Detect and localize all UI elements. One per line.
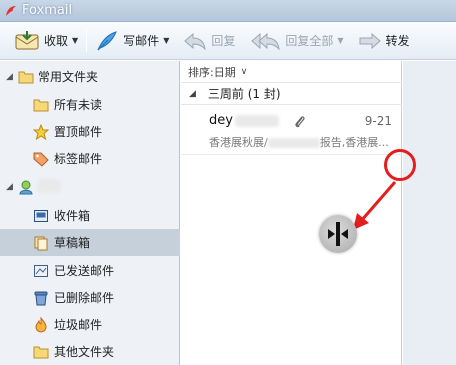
foxmail-logo-icon (6, 5, 16, 16)
compose-button[interactable]: 写邮件 ▼ (91, 28, 173, 54)
expand-arrow-icon[interactable]: ◢ (6, 182, 13, 192)
message-row[interactable]: dey 9-21 香港展秋展/报告,香港展... (181, 107, 402, 155)
feather-pen-icon (97, 30, 118, 50)
annotation-circle (384, 149, 416, 181)
receive-dropdown-icon[interactable]: ▼ (72, 36, 78, 45)
sidebar-item-label: 草稿箱 (54, 236, 91, 250)
folder-icon (18, 71, 34, 83)
toolbar-divider (86, 29, 88, 52)
message-list: 排序:日期 ∨ ◢ 三周前 (1 封) dey 9-21 香港展秋展/报告,香港… (181, 61, 402, 365)
reply-all-arrow-icon (251, 32, 281, 50)
sidebar-item-label: 其他文件夹 (54, 345, 115, 359)
sidebar-item-label: 收件箱 (54, 209, 91, 223)
expand-arrow-icon[interactable]: ◢ (6, 72, 13, 82)
drafts-icon (34, 236, 48, 250)
folder-sidebar: ◢ 常用文件夹 所有未读 置顶邮件 标签邮件 ◢ 收件箱 草稿箱 已发送邮件 已… (0, 61, 180, 365)
sidebar-item-label: 已发送邮件 (54, 264, 115, 278)
message-group-header[interactable]: ◢ 三周前 (1 封) (181, 83, 402, 105)
sidebar-item-junk[interactable]: 垃圾邮件 (0, 311, 180, 338)
reply-button[interactable]: 回复 (179, 28, 239, 54)
receive-mail-icon (15, 30, 39, 49)
sidebar-item-pinned[interactable]: 置顶邮件 (0, 118, 180, 145)
column-resize-cursor-icon (319, 215, 357, 253)
app-title: Foxmail (22, 3, 73, 18)
collapse-arrow-icon[interactable]: ◢ (189, 89, 196, 99)
sidebar-item-deleted[interactable]: 已删除邮件 (0, 284, 180, 311)
account-name-redacted (37, 179, 61, 193)
sent-icon (34, 264, 48, 277)
inbox-icon (34, 209, 48, 222)
reply-arrow-icon (184, 32, 207, 50)
sidebar-item-common-folders[interactable]: ◢ 常用文件夹 (0, 63, 180, 90)
account-avatar-icon (19, 180, 33, 194)
sidebar-item-drafts[interactable]: 草稿箱 (0, 229, 180, 256)
receive-button[interactable]: 收取 ▼ (10, 28, 82, 54)
trash-icon (34, 291, 48, 305)
folder-icon (33, 346, 49, 358)
sidebar-item-account[interactable]: ◢ (0, 173, 180, 200)
title-bar: Foxmail (0, 0, 456, 22)
sort-dropdown-icon[interactable]: ∨ (241, 67, 248, 77)
sidebar-item-all-unread[interactable]: 所有未读 (0, 91, 180, 118)
sidebar-item-other-folders[interactable]: 其他文件夹 (0, 338, 180, 365)
sidebar-item-tagged[interactable]: 标签邮件 (0, 145, 180, 172)
forward-button[interactable]: 转发 (354, 28, 414, 54)
message-date: 9-21 (364, 114, 392, 128)
sort-selector[interactable]: 排序:日期 ∨ (181, 61, 402, 83)
forward-arrow-icon (359, 32, 381, 49)
reply-all-dropdown-icon[interactable]: ▼ (337, 36, 343, 45)
sidebar-item-label: 所有未读 (54, 98, 103, 112)
message-snippet: 香港展秋展/报告,香港展... (209, 136, 389, 149)
sidebar-item-inbox[interactable]: 收件箱 (0, 202, 180, 229)
sidebar-item-label: 常用文件夹 (38, 70, 99, 84)
star-icon (33, 123, 49, 140)
toolbar: 收取 ▼ 写邮件 ▼ 回复 回复全部 ▼ 转发 (0, 22, 456, 60)
reading-pane (403, 61, 456, 365)
sidebar-item-sent[interactable]: 已发送邮件 (0, 257, 180, 284)
snippet-redacted (267, 138, 320, 148)
reply-all-button[interactable]: 回复全部 ▼ (247, 28, 347, 54)
group-label: 三周前 (1 封) (207, 87, 281, 101)
reply-label: 回复 (211, 34, 236, 48)
sender-redacted (234, 114, 279, 127)
sidebar-item-label: 已删除邮件 (54, 291, 115, 305)
folder-icon (33, 99, 49, 111)
forward-label: 转发 (385, 34, 410, 48)
reply-all-label: 回复全部 (285, 34, 334, 48)
sidebar-item-label: 置顶邮件 (54, 125, 103, 139)
sort-label: 排序:日期 (188, 65, 236, 79)
attachment-paperclip-icon (295, 116, 305, 128)
sidebar-item-label: 垃圾邮件 (54, 318, 103, 332)
junk-flame-icon (35, 316, 47, 333)
compose-label: 写邮件 (123, 34, 160, 48)
receive-label: 收取 (44, 34, 69, 48)
tag-icon (33, 152, 49, 167)
compose-dropdown-icon[interactable]: ▼ (163, 36, 169, 45)
sidebar-item-label: 标签邮件 (54, 152, 103, 166)
message-sender: dey (209, 113, 279, 128)
